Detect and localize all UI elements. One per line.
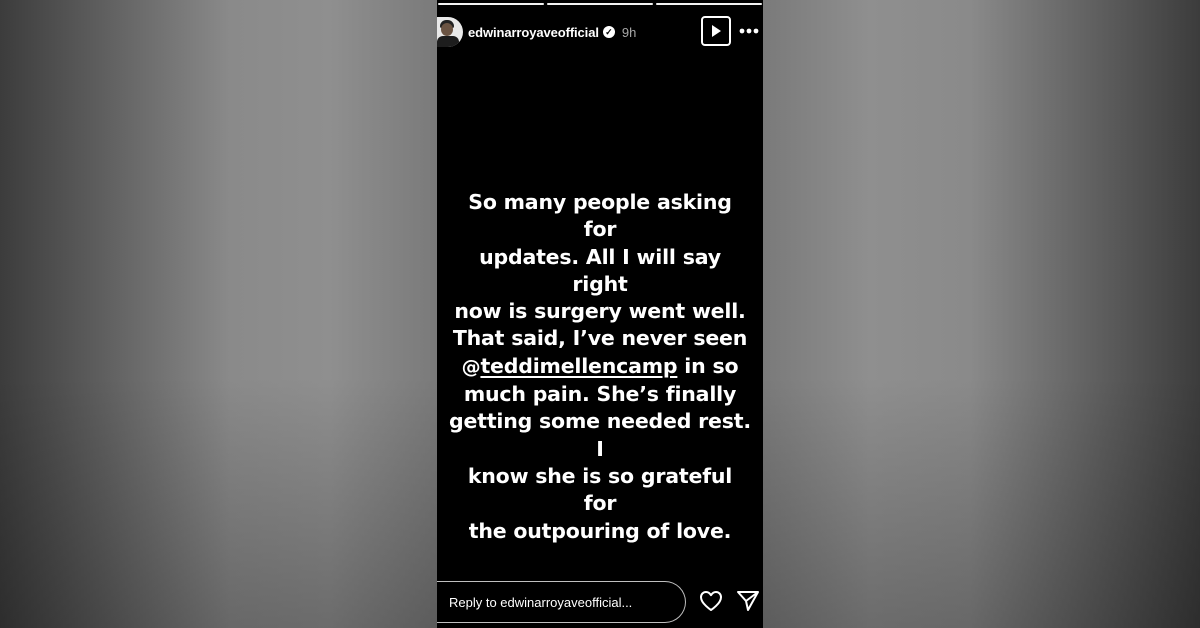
story-line: That said, I’ve never seen [452, 326, 748, 351]
progress-segment [547, 3, 653, 5]
reply-input[interactable]: Reply to edwinarroyaveofficial... [437, 581, 686, 623]
username[interactable]: edwinarroyaveofficial [468, 25, 599, 40]
reply-placeholder: Reply to edwinarroyaveofficial... [449, 594, 633, 610]
story-progress-bar [437, 3, 763, 6]
mention-link[interactable]: @teddimellencamp [462, 354, 678, 378]
more-icon [739, 28, 759, 34]
more-options-button[interactable] [739, 21, 759, 41]
like-button[interactable] [699, 590, 723, 612]
avatar[interactable] [437, 17, 463, 47]
progress-segment [656, 3, 762, 5]
progress-segment [438, 3, 544, 5]
mention-at-icon: @ [461, 355, 481, 378]
story-line: much pain. She’s finally [463, 382, 737, 407]
story-line-rest: in so [677, 353, 739, 378]
heart-icon [700, 591, 722, 611]
play-button[interactable] [701, 16, 731, 46]
send-icon [737, 591, 759, 611]
send-button[interactable] [736, 590, 760, 612]
mention-handle: teddimellencamp [480, 353, 678, 378]
story-line: now is surgery went well. [454, 299, 746, 324]
story-line: So many people asking for [468, 190, 732, 242]
story-line: updates. All I will say right [479, 244, 721, 296]
story-header: edwinarroyaveofficial ✓ 9h [437, 16, 763, 48]
story-line: getting some needed rest. I [449, 409, 751, 461]
story-viewer: edwinarroyaveofficial ✓ 9h So many peopl… [437, 0, 763, 628]
story-footer: Reply to edwinarroyaveofficial... [437, 580, 763, 628]
timestamp: 9h [621, 24, 637, 40]
story-line: know she is so grateful for [467, 463, 733, 516]
story-line: @teddimellencamp in so [449, 353, 751, 381]
story-text: So many people asking for updates. All I… [437, 189, 763, 545]
play-icon [712, 25, 721, 37]
story-line: the outpouring of love. [468, 518, 732, 543]
verified-icon: ✓ [602, 26, 615, 38]
